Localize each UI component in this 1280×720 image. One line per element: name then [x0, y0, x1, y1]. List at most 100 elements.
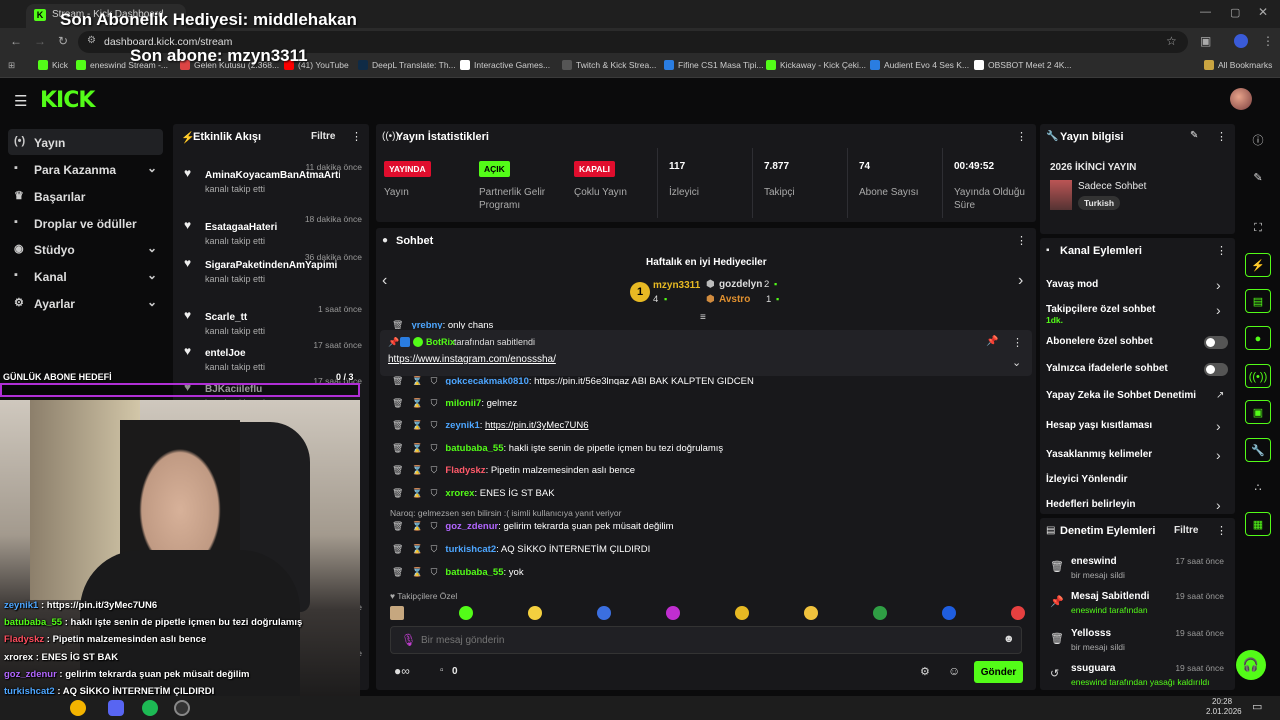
crop-icon[interactable]: ⛶: [1245, 216, 1271, 240]
toggle-switch[interactable]: [1204, 363, 1228, 376]
microphone-icon[interactable]: 🎙: [401, 633, 416, 647]
nav-yayin[interactable]: (•) Yayın: [8, 129, 163, 155]
more-icon[interactable]: ⋮: [1216, 524, 1227, 537]
chat-username[interactable]: turkishcat2: [445, 544, 496, 555]
chevron-right-icon[interactable]: ›: [1216, 418, 1221, 434]
timeout-icon[interactable]: ⌛: [411, 488, 422, 498]
chevron-right-icon[interactable]: ›: [1216, 277, 1221, 293]
bookmark-audient[interactable]: Audient Evo 4 Ses K...: [870, 60, 969, 70]
timeout-icon[interactable]: ⌛: [411, 443, 422, 453]
browser-menu-icon[interactable]: ⋮: [1262, 34, 1274, 48]
timeout-icon[interactable]: ⌛: [411, 420, 422, 430]
nav-para-kazanma[interactable]: ▪ Para Kazanma ⌄: [8, 156, 163, 182]
nav-kanal[interactable]: ▪ Kanal ⌄: [8, 263, 163, 289]
nav-basarilar[interactable]: ♛ Başarılar: [8, 183, 163, 209]
chevron-right-icon[interactable]: ›: [1216, 497, 1221, 513]
apps-icon[interactable]: ⊞: [8, 60, 15, 71]
mod-filter-button[interactable]: Filtre: [1174, 525, 1198, 536]
ban-icon[interactable]: ⛉: [431, 420, 438, 430]
user-avatar[interactable]: [1230, 88, 1252, 110]
ban-icon[interactable]: ⛉: [431, 521, 438, 531]
bookmark-deepl[interactable]: DeepL Translate: Th...: [358, 60, 456, 70]
collapse-icon[interactable]: ≡: [700, 312, 706, 323]
emote-icon[interactable]: [390, 606, 404, 620]
emote-icon[interactable]: [666, 606, 680, 620]
timeout-icon[interactable]: ⌛: [411, 567, 422, 577]
edit-icon[interactable]: ✎: [1190, 130, 1198, 141]
chat-icon[interactable]: ●: [1245, 326, 1271, 350]
timeout-icon[interactable]: ⌛: [411, 465, 422, 475]
reload-icon[interactable]: ↻: [58, 34, 68, 48]
send-button[interactable]: Gönder: [974, 661, 1023, 683]
ban-icon[interactable]: ⛉: [431, 398, 438, 408]
minimize-icon[interactable]: —: [1200, 6, 1211, 18]
channel-action-label[interactable]: Yavaş mod: [1046, 279, 1226, 290]
emoji-icon[interactable]: ☻: [1003, 633, 1015, 645]
site-info-icon[interactable]: ⚙: [87, 35, 96, 46]
forward-icon[interactable]: →: [34, 34, 46, 48]
bookmark-obsbot[interactable]: OBSBOT Meet 2 4K...: [974, 60, 1071, 70]
bookmark-kickaway[interactable]: Kickaway - Kick Çeki...: [766, 60, 866, 70]
edit-icon[interactable]: ✎: [1245, 166, 1271, 190]
timeout-icon[interactable]: ⌛: [411, 521, 422, 531]
trash-icon[interactable]: 🗑: [392, 488, 403, 498]
bookmark-star-icon[interactable]: ☆: [1166, 34, 1177, 48]
toggle-switch[interactable]: [1204, 336, 1228, 349]
ban-icon[interactable]: ⛉: [431, 544, 438, 554]
obs-icon[interactable]: [174, 700, 190, 716]
chat-link[interactable]: https://pin.it/3yMec7UN6: [485, 420, 589, 431]
channel-points-icon[interactable]: ●∞: [394, 664, 410, 678]
profile-avatar[interactable]: [1234, 34, 1248, 48]
chevron-down-icon[interactable]: ⌄: [1012, 356, 1021, 369]
channel-action-label[interactable]: Yapay Zeka ile Sohbet Denetimi: [1046, 390, 1226, 401]
trash-icon[interactable]: 🗑: [392, 465, 403, 475]
timeout-icon[interactable]: ⌛: [411, 398, 422, 408]
chrome-icon[interactable]: [70, 700, 86, 716]
chat-username[interactable]: milonii7: [445, 398, 481, 409]
chat-username[interactable]: goz_zdenur: [445, 521, 498, 532]
bookmark-twitch-kick[interactable]: Twitch & Kick Strea...: [562, 60, 656, 70]
trash-icon[interactable]: 🗑: [392, 420, 403, 430]
support-headset-icon[interactable]: 🎧: [1236, 650, 1266, 680]
extensions-icon[interactable]: ▣: [1200, 34, 1211, 48]
trash-icon[interactable]: 🗑: [392, 320, 403, 329]
chevron-left-icon[interactable]: ‹: [382, 272, 387, 290]
emote-icon[interactable]: [597, 606, 611, 620]
chat-input-box[interactable]: 🎙 ☻: [390, 626, 1022, 654]
chat-username[interactable]: batubaba_55: [445, 443, 503, 454]
emote-icon[interactable]: [1011, 606, 1025, 620]
notification-icon[interactable]: ▭: [1252, 700, 1262, 713]
trash-icon[interactable]: 🗑: [392, 567, 403, 577]
channel-action-label[interactable]: Yasaklanmış kelimeler: [1046, 449, 1226, 460]
bolt-icon[interactable]: ⚡: [1245, 253, 1271, 277]
emote-icon[interactable]: [735, 606, 749, 620]
bookmark-fifine[interactable]: Fifine CS1 Masa Tipi...: [664, 60, 764, 70]
broadcast-icon[interactable]: ((•)): [1245, 364, 1271, 388]
ban-icon[interactable]: ⛉: [431, 465, 438, 475]
more-icon[interactable]: ⋮: [1012, 336, 1023, 349]
trash-icon[interactable]: 🗑: [392, 544, 403, 554]
ban-icon[interactable]: ⛉: [431, 443, 438, 453]
trash-icon[interactable]: 🗑: [392, 398, 403, 408]
pinned-link[interactable]: https://www.instagram.com/enosssha/: [388, 354, 556, 365]
wrench-icon[interactable]: 🔧: [1245, 438, 1271, 462]
close-icon[interactable]: ✕: [1258, 5, 1268, 19]
chevron-right-icon[interactable]: ›: [1216, 447, 1221, 463]
chat-username[interactable]: zeynik1: [445, 420, 479, 431]
info-icon[interactable]: ⓘ: [1245, 129, 1271, 153]
more-icon[interactable]: ⋮: [1216, 130, 1227, 143]
unpin-icon[interactable]: 📌: [986, 336, 998, 347]
mod-icon[interactable]: ▣: [1245, 400, 1271, 424]
back-icon[interactable]: ←: [10, 34, 22, 48]
nav-ayarlar[interactable]: ⚙ Ayarlar ⌄: [8, 290, 163, 316]
trash-icon[interactable]: 🗑: [392, 521, 403, 531]
emote-icon[interactable]: [528, 606, 542, 620]
emote-icon[interactable]: [459, 606, 473, 620]
emote-icon[interactable]: [873, 606, 887, 620]
chat-username[interactable]: batubaba_55: [445, 567, 503, 578]
more-icon[interactable]: ⋮: [1016, 130, 1027, 143]
clapper-icon[interactable]: ▦: [1245, 512, 1271, 536]
nav-studyo[interactable]: ◉ Stüdyo ⌄: [8, 236, 163, 262]
channel-action-label[interactable]: Yalnızca ifadelerle sohbet: [1046, 363, 1226, 374]
all-bookmarks[interactable]: All Bookmarks: [1204, 60, 1272, 70]
